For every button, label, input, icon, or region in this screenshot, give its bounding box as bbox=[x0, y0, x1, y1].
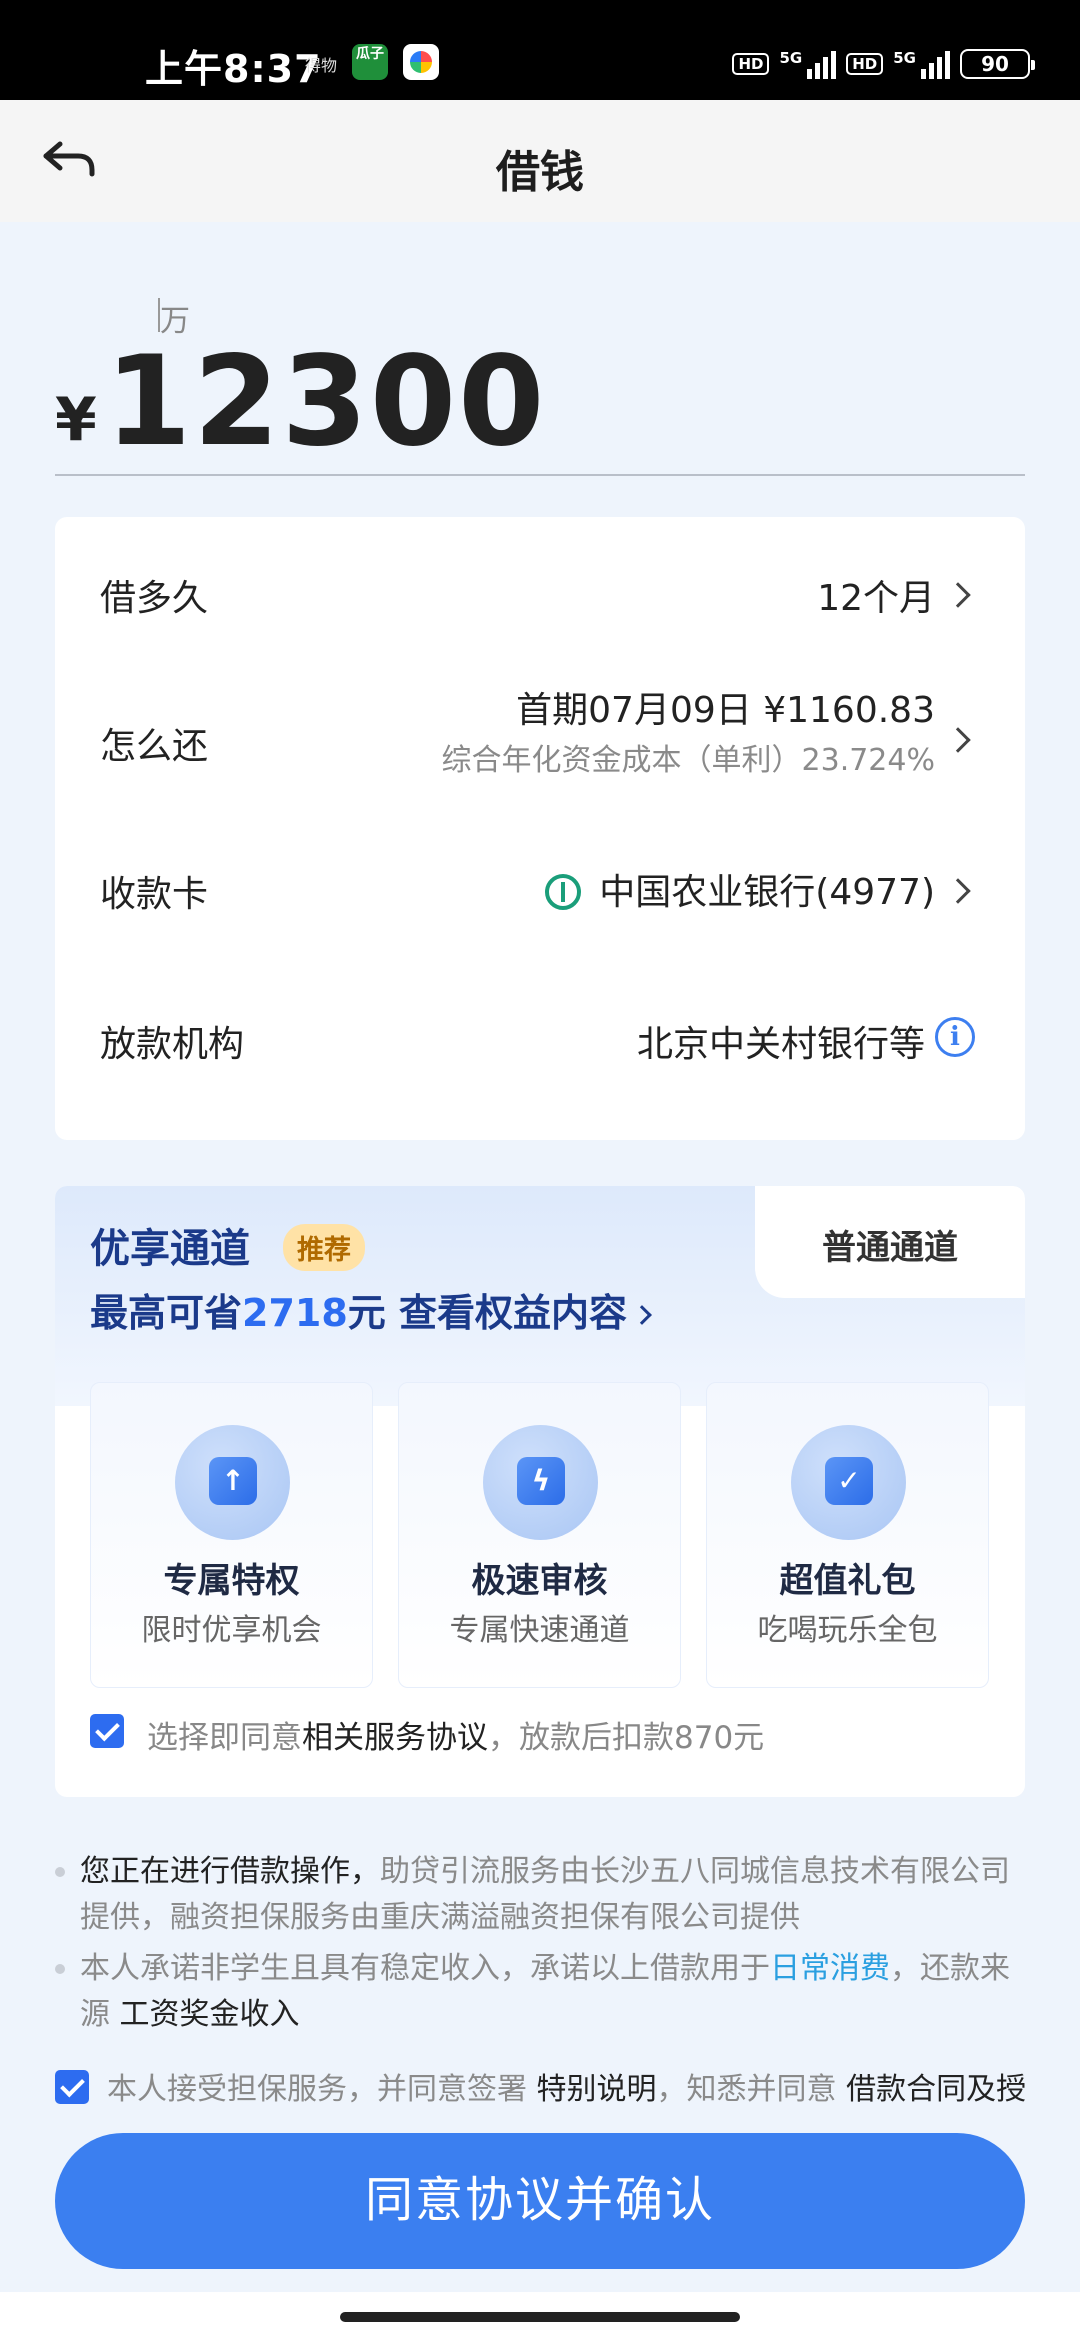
card-value: 中国农业银行(4977) bbox=[599, 872, 935, 913]
loan-purpose-link[interactable]: 日常消费 bbox=[770, 1951, 890, 1986]
agree-and-confirm-button[interactable]: 同意协议并确认 bbox=[55, 2133, 1025, 2269]
perk-subtitle: 吃喝玩乐全包 bbox=[757, 1613, 938, 1648]
signal-icon: 5G bbox=[779, 49, 837, 79]
upgrade-shield-icon: ↑ bbox=[175, 1425, 290, 1540]
tab-normal-label: 普通通道 bbox=[822, 1228, 958, 1268]
hd-icon-2: HD bbox=[846, 53, 884, 75]
perk-title: 超值礼包 bbox=[779, 1561, 916, 1601]
term-label: 借多久 bbox=[100, 578, 209, 619]
row-repayment[interactable]: 怎么还 首期07月09日 ¥1160.83 综合年化资金成本（单利）23.724… bbox=[55, 665, 1025, 815]
perk-exclusive: ↑ 专属特权 限时优享机会 bbox=[90, 1382, 373, 1688]
note-service-providers: 您正在进行借款操作，助贷引流服务由长沙五八同城信息技术有限公司提供，融资担保服务… bbox=[80, 1854, 1010, 1935]
bullet-dot bbox=[55, 1964, 65, 1974]
perk-title: 专属特权 bbox=[163, 1561, 300, 1601]
perk-gift-pack: ✓ 超值礼包 吃喝玩乐全包 bbox=[706, 1382, 989, 1688]
chevron-right-icon bbox=[945, 878, 971, 904]
status-time: 上午8:37 bbox=[145, 47, 322, 91]
perk-subtitle: 限时优享机会 bbox=[141, 1613, 322, 1648]
lightning-wallet-icon: ϟ bbox=[483, 1425, 598, 1540]
special-notice-link[interactable]: 特别说明 bbox=[537, 2072, 657, 2107]
channel-card: 普通通道 优享通道 推荐 最高可省2718元 查看权益内容 ↑ 专属特权 限时优… bbox=[55, 1186, 1025, 1797]
app-notification-icon bbox=[403, 44, 439, 80]
premium-channel-title: 优享通道 bbox=[90, 1226, 250, 1272]
service-agreement-link[interactable]: 相关服务协议 bbox=[302, 1720, 488, 1756]
recommend-badge: 推荐 bbox=[283, 1224, 365, 1271]
home-indicator[interactable] bbox=[340, 2312, 740, 2322]
repay-rate: 综合年化资金成本（单利）23.724% bbox=[441, 743, 935, 778]
save-prefix: 最高可省 bbox=[90, 1291, 243, 1335]
gift-box-icon: ✓ bbox=[791, 1425, 906, 1540]
battery-icon: 90 bbox=[960, 49, 1035, 79]
hd-icon: HD bbox=[732, 53, 770, 75]
lender-value: 北京中关村银行等 bbox=[636, 1024, 925, 1065]
row-bank-card[interactable]: 收款卡 中国农业银行(4977) bbox=[55, 815, 1025, 965]
abc-bank-icon bbox=[545, 874, 582, 910]
view-benefits-link[interactable]: 最高可省2718元 查看权益内容 bbox=[90, 1282, 652, 1337]
amount-underline bbox=[55, 474, 1025, 476]
loan-details-card: 借多久 12个月 怎么还 首期07月09日 ¥1160.83 综合年化资金成本（… bbox=[55, 517, 1025, 1140]
chevron-right-icon bbox=[945, 727, 971, 753]
guarantee-agreement-checkbox[interactable] bbox=[55, 2070, 89, 2104]
guarantee-agreement-text: 本人接受担保服务，并同意签署 特别说明，知悉并同意 借款合同及授 bbox=[107, 2072, 1027, 2107]
service-agreement-text: 选择即同意相关服务协议，放款后扣款870元 bbox=[147, 1720, 765, 1756]
chevron-right-icon bbox=[945, 582, 971, 608]
save-amount: 2718 bbox=[242, 1291, 348, 1335]
lender-label: 放款机构 bbox=[100, 1024, 245, 1065]
status-bar: 上午8:37 得物 瓜子 HD 5G HD 5G 90 bbox=[0, 0, 1080, 100]
row-lender: 放款机构 北京中关村银行等 i bbox=[55, 965, 1025, 1115]
loan-contract-link[interactable]: 借款合同及授 bbox=[846, 2072, 1026, 2107]
row-term[interactable]: 借多久 12个月 bbox=[55, 517, 1025, 665]
card-value-wrap: 中国农业银行(4977) bbox=[545, 863, 935, 915]
card-label: 收款卡 bbox=[100, 874, 209, 915]
status-app-text: 得物 bbox=[305, 56, 338, 75]
status-indicators: HD 5G HD 5G 90 bbox=[732, 44, 1035, 84]
service-agreement-checkbox[interactable] bbox=[90, 1714, 124, 1748]
repayment-source-link[interactable]: 工资奖金收入 bbox=[120, 1997, 300, 2032]
perk-fast-review: ϟ 极速审核 专属快速通道 bbox=[398, 1382, 681, 1688]
note-commitment: 本人承诺非学生且具有稳定收入，承诺以上借款用于日常消费，还款来源 工资奖金收入 bbox=[80, 1951, 1010, 2032]
repay-label: 怎么还 bbox=[100, 726, 209, 767]
term-value: 12个月 bbox=[817, 578, 935, 619]
amount-input[interactable]: 12300 bbox=[105, 330, 546, 474]
chevron-right-icon bbox=[632, 1305, 652, 1325]
app-header: 借钱 bbox=[0, 100, 1080, 222]
info-icon[interactable]: i bbox=[935, 1017, 975, 1057]
save-suffix: 元 查看权益内容 bbox=[347, 1291, 628, 1335]
signal-icon-2: 5G bbox=[893, 49, 950, 79]
bullet-dot bbox=[55, 1867, 65, 1877]
perk-title: 极速审核 bbox=[471, 1561, 608, 1601]
currency-symbol: ¥ bbox=[55, 385, 97, 455]
page-title: 借钱 bbox=[496, 147, 584, 198]
repay-value: 首期07月09日 ¥1160.83 bbox=[516, 690, 935, 731]
guazi-app-icon: 瓜子 bbox=[352, 44, 388, 80]
perk-subtitle: 专属快速通道 bbox=[449, 1613, 630, 1648]
